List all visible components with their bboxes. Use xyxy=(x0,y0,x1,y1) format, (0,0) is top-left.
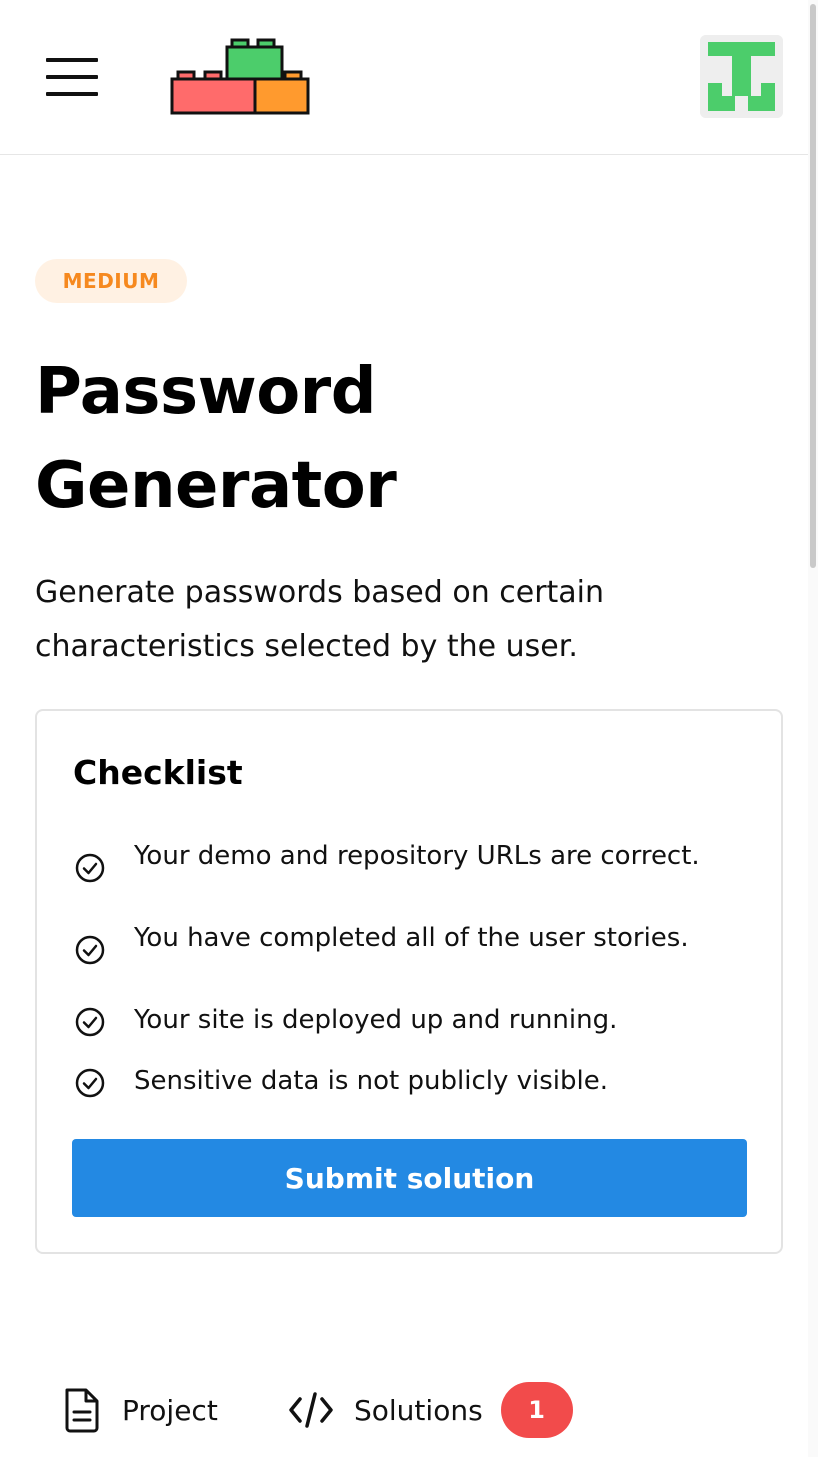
checklist-card: Checklist Your demo and repository URLs … xyxy=(35,709,783,1254)
bottom-tabs: Project Solutions 1 xyxy=(0,1375,808,1445)
solutions-count-badge: 1 xyxy=(500,1382,573,1438)
check-circle-icon xyxy=(75,1068,105,1098)
hamburger-menu-icon[interactable] xyxy=(44,56,100,98)
checklist-item-text: Your demo and repository URLs are correc… xyxy=(134,841,700,871)
project-description: Generate passwords based on certain char… xyxy=(35,575,605,664)
difficulty-badge: MEDIUM xyxy=(35,259,187,303)
check-circle-icon xyxy=(75,853,105,883)
checklist-item-text: You have completed all of the user stori… xyxy=(134,923,689,953)
checklist-title: Checklist xyxy=(73,753,243,792)
scrollbar[interactable] xyxy=(808,0,818,1457)
title-line-1: Password xyxy=(35,355,377,429)
check-circle-icon xyxy=(75,935,105,965)
checklist-item-text: Sensitive data is not publicly visible. xyxy=(134,1066,608,1096)
identicon-icon xyxy=(700,35,783,118)
tab-project[interactable]: Project xyxy=(62,1375,218,1445)
title-line-2: Generator xyxy=(35,449,397,523)
scrollbar-thumb[interactable] xyxy=(810,4,816,568)
tab-project-label: Project xyxy=(122,1393,218,1427)
lego-bricks-logo[interactable] xyxy=(168,38,312,116)
page-title: Password Generator xyxy=(35,345,755,533)
top-header xyxy=(0,0,808,155)
check-circle-icon xyxy=(75,1007,105,1037)
tab-solutions-label: Solutions xyxy=(354,1393,483,1427)
tab-solutions[interactable]: Solutions 1 xyxy=(288,1375,573,1445)
submit-solution-button[interactable]: Submit solution xyxy=(72,1139,747,1217)
code-icon xyxy=(289,1392,333,1428)
user-avatar[interactable] xyxy=(700,35,783,118)
document-icon xyxy=(65,1388,99,1433)
checklist-item-text: Your site is deployed up and running. xyxy=(134,1005,618,1035)
